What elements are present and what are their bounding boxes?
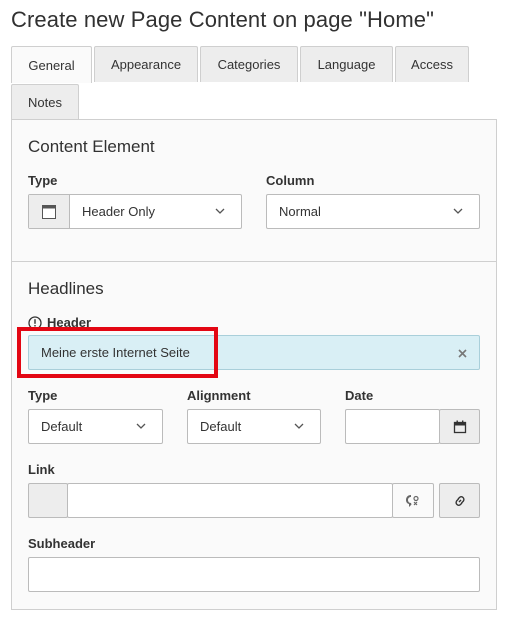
type-label: Type xyxy=(28,173,58,188)
chevron-down-icon xyxy=(294,423,304,429)
headlines-legend: Headlines xyxy=(28,279,104,298)
tab-label: Categories xyxy=(217,57,281,72)
alignment-value: Default xyxy=(200,419,242,434)
column-select[interactable]: Normal xyxy=(266,194,480,229)
date-input[interactable] xyxy=(345,409,440,444)
tab-general[interactable]: General xyxy=(11,46,92,83)
info-circle-icon xyxy=(28,315,42,330)
link-type-indicator xyxy=(28,483,68,518)
tab-categories[interactable]: Categories xyxy=(200,46,298,82)
tab-label: General xyxy=(28,57,75,73)
content-element-legend: Content Element xyxy=(28,137,155,156)
subheader-input[interactable] xyxy=(28,557,480,592)
content-type-select[interactable]: Header Only xyxy=(28,194,242,229)
tab-label: Language xyxy=(317,57,376,72)
tab-label: Access xyxy=(411,57,453,72)
tab-access[interactable]: Access xyxy=(395,46,469,82)
chevron-down-icon xyxy=(215,208,225,214)
link-label: Link xyxy=(28,462,55,477)
link-explanation-icon xyxy=(406,494,419,507)
date-label: Date xyxy=(345,388,374,403)
link-icon xyxy=(454,495,465,506)
tab-label: Notes xyxy=(28,95,62,110)
column-label: Column xyxy=(266,173,315,188)
alignment-label: Alignment xyxy=(187,388,251,403)
chevron-down-icon xyxy=(453,208,463,214)
header-input[interactable]: Meine erste Internet Seite xyxy=(28,335,480,370)
link-input[interactable] xyxy=(67,483,393,518)
header-type-select[interactable]: Default xyxy=(28,409,163,444)
section-divider xyxy=(12,261,496,262)
header-only-icon xyxy=(29,195,70,228)
header-label-row: Header xyxy=(28,315,91,330)
chevron-down-icon xyxy=(136,423,146,429)
form-panel: Content Element Type Header Only Column … xyxy=(11,119,497,610)
alignment-select[interactable]: Default xyxy=(187,409,321,444)
tab-appearance[interactable]: Appearance xyxy=(94,46,198,82)
tab-notes[interactable]: Notes xyxy=(11,84,79,120)
type-label: Type xyxy=(28,388,58,403)
date-picker-button[interactable] xyxy=(439,409,480,444)
tab-label: Appearance xyxy=(110,57,182,72)
subheader-label: Subheader xyxy=(28,536,96,551)
link-explanation-button[interactable] xyxy=(392,483,434,518)
header-label: Header xyxy=(47,315,92,330)
header-type-value: Default xyxy=(41,419,83,434)
column-value: Normal xyxy=(279,204,321,219)
link-browser-button[interactable] xyxy=(439,483,480,518)
content-type-value: Header Only xyxy=(82,204,155,219)
header-input-value: Meine erste Internet Seite xyxy=(41,345,190,360)
calendar-icon xyxy=(453,420,466,433)
page-title: Create new Page Content on page "Home" xyxy=(11,7,435,32)
clear-icon[interactable] xyxy=(458,349,467,358)
tab-language[interactable]: Language xyxy=(300,46,393,82)
